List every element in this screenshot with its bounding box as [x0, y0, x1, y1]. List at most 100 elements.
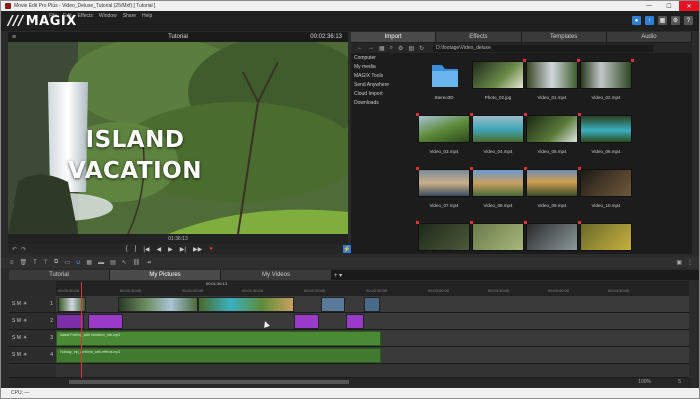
playhead[interactable] [81, 282, 82, 380]
prev-frame-button[interactable]: ◀ [157, 246, 162, 253]
track-2[interactable] [56, 313, 689, 330]
mixer-icon[interactable]: ⋮ [687, 259, 693, 266]
record-button[interactable]: ● [209, 246, 213, 253]
media-tile[interactable] [418, 61, 470, 89]
copy-icon[interactable]: ⧉ [54, 259, 58, 266]
folder-icon[interactable]: ▤ [408, 45, 414, 52]
share-icon[interactable]: ↑ [645, 16, 654, 25]
media-tile[interactable] [470, 113, 524, 143]
redo-icon[interactable]: ↷ [21, 246, 26, 253]
fast-forward-button[interactable]: ▶▶ [193, 246, 202, 253]
nav-item-cloud-import[interactable]: Cloud Import [354, 90, 407, 99]
menu-share[interactable]: Share [123, 13, 136, 19]
nav-item-my-media[interactable]: My media [354, 63, 407, 72]
magnet-icon[interactable]: ∪ [76, 259, 80, 266]
add-tab-icon[interactable]: + ▾ [334, 272, 342, 279]
media-tile[interactable] [472, 59, 526, 89]
tab-effects[interactable]: Effects [436, 32, 522, 42]
pointer-icon[interactable]: ↖ [122, 259, 127, 266]
close-button[interactable]: ✕ [679, 1, 699, 11]
back-icon[interactable]: ← [357, 45, 363, 51]
record-icon[interactable]: ▦ [86, 259, 92, 266]
film-icon[interactable]: ▤ [110, 259, 116, 266]
track-3[interactable]: Island Feeling_with narration_mix.mp3 [56, 330, 689, 347]
audio-clip[interactable]: Holiday_trip_ambient_with-effects.mp3 [56, 348, 381, 363]
title-clip[interactable] [346, 314, 364, 329]
export-icon[interactable]: ⚡ [343, 245, 351, 253]
media-tile[interactable] [416, 221, 470, 251]
media-tile[interactable] [470, 221, 524, 251]
media-tile[interactable] [578, 113, 632, 143]
split-icon[interactable]: ⊤ [43, 259, 48, 266]
play-button[interactable]: ▶ [168, 246, 173, 253]
mark-out-button[interactable]: ] [135, 246, 137, 253]
insert-icon[interactable]: ↠ [146, 259, 151, 266]
zoom-level[interactable]: 5 [678, 379, 681, 385]
help-icon[interactable]: ? [684, 16, 693, 25]
text-icon[interactable]: T [33, 260, 37, 266]
track-empty[interactable] [56, 364, 689, 378]
refresh-icon[interactable]: ↻ [419, 45, 424, 52]
video-clip[interactable] [364, 297, 380, 312]
track-mute-icon[interactable]: ☀ [23, 352, 27, 358]
media-tile[interactable] [416, 113, 470, 143]
track-header[interactable]: S M ☀ 1 [9, 296, 56, 313]
menu-file[interactable]: File [49, 13, 57, 19]
minimize-button[interactable]: — [639, 1, 659, 11]
menu-help[interactable]: Help [142, 13, 152, 19]
video-clip[interactable] [321, 297, 345, 312]
media-tile[interactable] [416, 167, 470, 197]
menu-window[interactable]: Window [99, 13, 117, 19]
title-clip[interactable] [88, 314, 123, 329]
title-clip[interactable] [56, 314, 84, 329]
track-mute-icon[interactable]: ☀ [23, 301, 27, 307]
search-icon[interactable]: ⌕ [390, 45, 393, 52]
go-start-button[interactable]: |◀ [143, 246, 149, 253]
tab-import[interactable]: Import [351, 32, 437, 42]
path-field[interactable]: D:\footage\Video_deluxe [433, 44, 654, 52]
group-icon[interactable]: ▭ [64, 259, 70, 266]
settings-icon[interactable]: ⚙ [671, 16, 680, 25]
tab-templates[interactable]: Templates [521, 32, 607, 42]
account-icon[interactable]: ● [632, 16, 641, 25]
track-4[interactable]: Holiday_trip_ambient_with-effects.mp3 [56, 347, 689, 364]
undo-icon[interactable]: ↶ [12, 246, 17, 253]
track-mute-icon[interactable]: ☀ [23, 318, 27, 324]
mark-in-button[interactable]: [ [126, 246, 128, 253]
menu-edit[interactable]: Edit [63, 13, 72, 19]
title-clip[interactable] [294, 314, 319, 329]
video-clip[interactable] [198, 297, 294, 312]
media-tile[interactable] [578, 221, 632, 251]
nav-item-send-anywhere[interactable]: Send Anywhere [354, 81, 407, 90]
view-icon[interactable]: ▦ [379, 45, 385, 52]
menu-icon[interactable]: ≡ [10, 260, 14, 266]
nav-item-downloads[interactable]: Downloads [354, 99, 407, 108]
track-1[interactable] [56, 296, 689, 313]
tab-my-videos[interactable]: My Videos [221, 270, 331, 280]
nav-item-magix-tools[interactable]: MAGIX Tools [354, 72, 407, 81]
media-tile[interactable] [524, 221, 578, 251]
tab-my-pictures[interactable]: My Pictures [110, 270, 220, 280]
menu-effects[interactable]: Effects [78, 13, 93, 19]
media-tile[interactable] [578, 167, 632, 197]
delete-icon[interactable]: 🗑 [20, 259, 28, 266]
media-tile[interactable] [580, 59, 634, 89]
monitor-icon[interactable]: ▣ [676, 259, 682, 266]
marker-icon[interactable]: ▬ [98, 260, 104, 266]
media-tile[interactable] [526, 59, 580, 89]
media-tile[interactable] [470, 167, 524, 197]
zoom-percent[interactable]: 100% [638, 379, 651, 385]
settings-icon[interactable]: ⚙ [398, 45, 403, 52]
video-preview[interactable]: ISLAND VACATION [8, 42, 348, 234]
timeline-ruler[interactable]: 00:01:36:13 00:00:00:00 00:00:30:00 00:0… [56, 281, 689, 296]
maximize-button[interactable]: ☐ [659, 1, 679, 11]
video-clip[interactable] [118, 297, 198, 312]
preview-scrub-bar[interactable]: 01:36:13 [8, 234, 348, 244]
link-icon[interactable]: ⛓ [133, 259, 141, 266]
track-header[interactable]: S M ☀ 3 [9, 330, 56, 347]
track-header[interactable]: S M ☀ 4 [9, 347, 56, 364]
horizontal-scrollbar[interactable] [69, 380, 349, 384]
nav-item-computer[interactable]: Computer [354, 54, 407, 63]
tab-audio[interactable]: Audio [606, 32, 692, 42]
media-tile[interactable] [524, 113, 578, 143]
